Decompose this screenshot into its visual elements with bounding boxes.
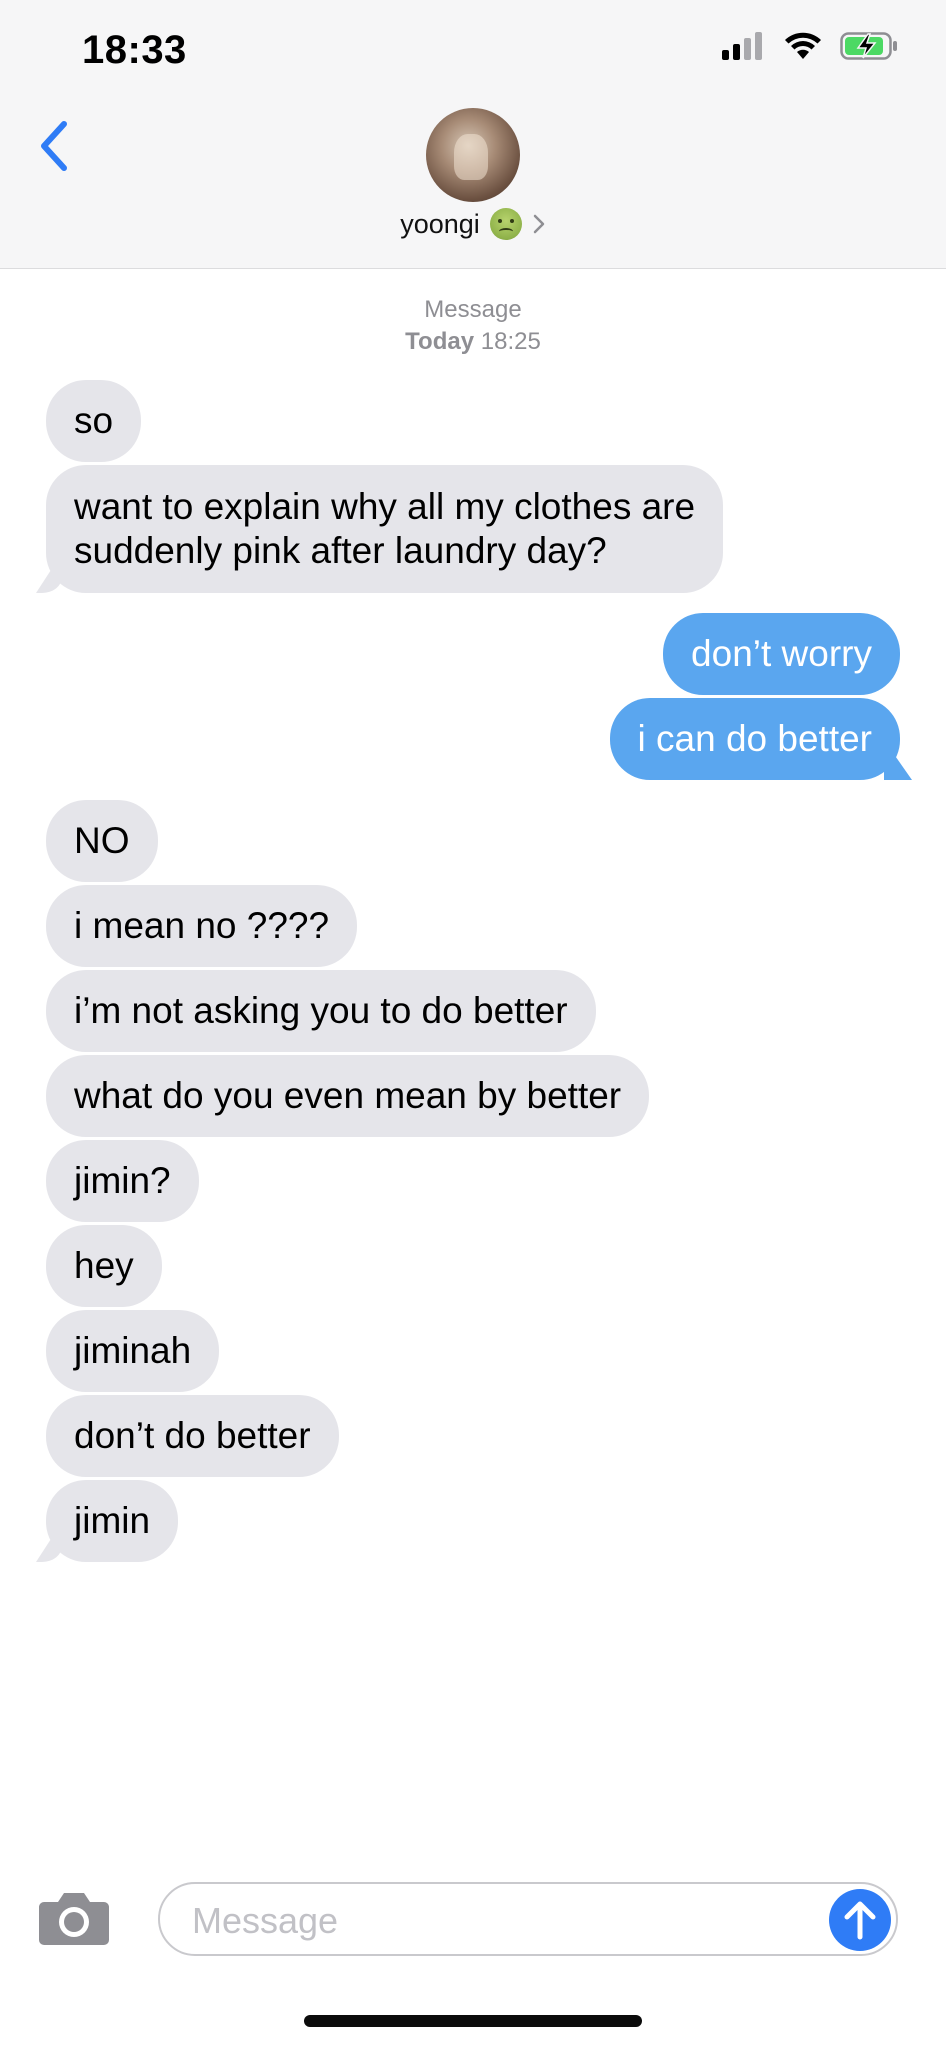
message-bubble-incoming[interactable]: jimin xyxy=(46,1480,179,1562)
message-bubble-incoming[interactable]: hey xyxy=(46,1225,162,1307)
conversation-timestamp: Message Today 18:25 xyxy=(0,294,946,358)
signal-icon xyxy=(722,32,762,60)
camera-icon[interactable] xyxy=(38,1888,110,1946)
battery-charging-icon xyxy=(840,32,897,60)
message-text: i’m not asking you to do better xyxy=(74,990,568,1031)
timestamp-day: Today xyxy=(405,328,475,355)
status-time: 18:33 xyxy=(82,28,187,72)
message-bubble-outgoing[interactable]: don’t worry xyxy=(663,613,900,695)
contact-avatar[interactable] xyxy=(426,108,520,202)
message-text: jimin xyxy=(74,1500,151,1541)
message-bubble-incoming[interactable]: so xyxy=(46,380,142,462)
message-bubble-incoming[interactable]: i’m not asking you to do better xyxy=(46,970,596,1052)
message-text: jimin? xyxy=(74,1160,171,1201)
message-text: jiminah xyxy=(74,1330,192,1371)
message-text: don’t worry xyxy=(691,633,872,674)
chevron-right-icon xyxy=(533,214,545,234)
message-bubble-incoming[interactable]: i mean no ???? xyxy=(46,885,358,967)
message-bubble-incoming[interactable]: jimin? xyxy=(46,1140,199,1222)
message-text: don’t do better xyxy=(74,1415,311,1456)
message-text-line: want to explain why all my clothes are xyxy=(74,486,696,527)
send-arrow-icon xyxy=(844,1901,876,1940)
timestamp-time: 18:25 xyxy=(480,328,541,355)
home-indicator[interactable] xyxy=(304,2015,642,2027)
contact-name: yoongi xyxy=(400,208,480,239)
service-label: Message xyxy=(424,296,522,323)
nauseated-face-emoji-icon xyxy=(489,208,522,240)
conversation-header: 18:33 yoongi xyxy=(0,0,946,269)
status-icons xyxy=(722,32,898,60)
message-bubble-incoming[interactable]: jiminah xyxy=(46,1310,220,1392)
message-bubble-outgoing[interactable]: i can do better xyxy=(609,698,900,780)
message-bubble-incoming[interactable]: what do you even mean by better xyxy=(46,1055,650,1137)
message-bubble-incoming[interactable]: NO xyxy=(46,800,158,882)
message-text: i can do better xyxy=(637,718,872,759)
message-bubble-incoming[interactable]: don’t do better xyxy=(46,1395,339,1477)
contact-name-row[interactable]: yoongi xyxy=(0,208,946,240)
message-text-line: suddenly pink after laundry day? xyxy=(74,530,607,571)
send-button[interactable] xyxy=(829,1889,891,1951)
message-text: hey xyxy=(74,1245,134,1286)
message-text: NO xyxy=(74,820,130,861)
wifi-icon xyxy=(785,32,821,59)
message-input[interactable] xyxy=(190,1896,774,1946)
message-bubble-incoming[interactable]: want to explain why all my clothes are s… xyxy=(46,465,724,593)
back-chevron-icon[interactable] xyxy=(30,112,80,182)
message-composer[interactable] xyxy=(158,1882,898,1956)
message-text: i mean no ???? xyxy=(74,905,330,946)
message-text: what do you even mean by better xyxy=(74,1075,622,1116)
message-text: so xyxy=(74,400,114,441)
